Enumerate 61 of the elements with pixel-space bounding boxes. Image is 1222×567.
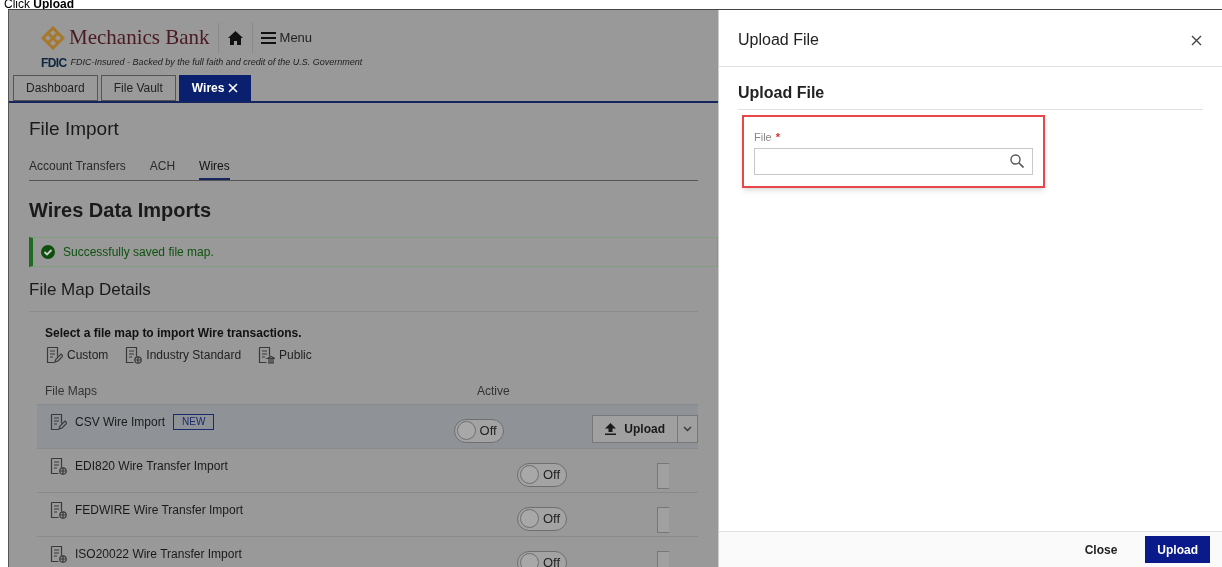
instruction-text: Select a file map to import Wire transactions. xyxy=(45,324,303,342)
close-button[interactable]: Close xyxy=(1072,536,1130,563)
document-globe-icon xyxy=(49,544,67,563)
file-input-field[interactable] xyxy=(754,147,1033,175)
toggle-switch[interactable]: Off xyxy=(517,462,567,487)
caption: Click Upload xyxy=(3,0,75,9)
search-icon[interactable] xyxy=(1010,154,1024,168)
menu-button[interactable]: Menu xyxy=(260,28,313,48)
sub-tab[interactable]: ACH xyxy=(149,157,176,180)
brand-logo-icon xyxy=(41,25,65,50)
toggle-switch[interactable]: Off xyxy=(517,506,567,531)
page-title: File Import xyxy=(29,116,120,141)
column-header: Active xyxy=(477,382,510,400)
file-map-name[interactable]: FEDWIRE Wire Transfer Import xyxy=(75,500,244,519)
action-button-edge[interactable] xyxy=(657,506,669,533)
document-building-icon xyxy=(257,345,276,364)
fdic-logo: FDIC xyxy=(41,54,67,72)
table-row[interactable]: ISO20022 Wire Transfer Import Off xyxy=(37,536,698,567)
tab[interactable]: Wires xyxy=(178,74,252,101)
close-icon xyxy=(1191,34,1202,46)
document-globe-icon xyxy=(49,500,67,519)
drawer-title: Upload File xyxy=(738,30,819,50)
required-mark: * xyxy=(775,130,780,145)
document-pencil-icon xyxy=(45,345,63,364)
upload-button[interactable]: Upload xyxy=(592,414,678,443)
home-icon[interactable] xyxy=(226,29,244,46)
tab[interactable]: Dashboard xyxy=(13,74,98,101)
details-title: File Map Details xyxy=(29,277,698,312)
check-circle-icon xyxy=(41,245,55,259)
file-map-name[interactable]: ISO20022 Wire Transfer Import xyxy=(75,544,242,563)
column-header: File Maps xyxy=(44,382,98,400)
toggle-switch[interactable]: Off xyxy=(517,550,567,567)
document-pencil-icon xyxy=(49,412,67,431)
document-globe-icon xyxy=(49,456,67,475)
section-title: Wires Data Imports xyxy=(29,198,213,223)
upload-button[interactable]: Upload xyxy=(1145,536,1210,563)
file-map-name[interactable]: CSV Wire Import xyxy=(75,412,165,431)
legend-label: Industry Standard xyxy=(146,346,242,364)
close-icon[interactable] xyxy=(228,82,239,93)
legend-label: Custom xyxy=(67,346,109,364)
new-badge: NEW xyxy=(173,413,215,430)
table-row[interactable]: EDI820 Wire Transfer Import Off xyxy=(37,448,698,493)
tab[interactable]: File Vault xyxy=(100,74,176,101)
table-row[interactable]: CSV Wire Import NEW Off Upload xyxy=(37,404,698,449)
dropdown-button[interactable] xyxy=(678,414,698,443)
field-label: File xyxy=(754,130,772,145)
action-button-edge[interactable] xyxy=(657,462,669,489)
document-globe-icon xyxy=(124,345,143,364)
fdic-notice: FDIC-Insured - Backed by the full faith and credit of the U.S. Government xyxy=(70,55,363,69)
brand-name: Mechanics Bank xyxy=(69,24,210,51)
chevron-down-icon xyxy=(683,425,692,432)
table-row[interactable]: FEDWIRE Wire Transfer Import Off xyxy=(37,492,698,537)
toggle-switch[interactable]: Off xyxy=(453,418,504,443)
upload-icon xyxy=(605,422,617,435)
file-map-name[interactable]: EDI820 Wire Transfer Import xyxy=(75,456,228,475)
sub-tab[interactable]: Account Transfers xyxy=(29,157,126,180)
alert-message: Successfully saved file map. xyxy=(63,244,214,261)
legend-label: Public xyxy=(279,346,312,364)
sub-tab[interactable]: Wires xyxy=(199,157,230,180)
menu-icon xyxy=(260,31,276,44)
drawer-section-title: Upload File xyxy=(738,81,1203,110)
